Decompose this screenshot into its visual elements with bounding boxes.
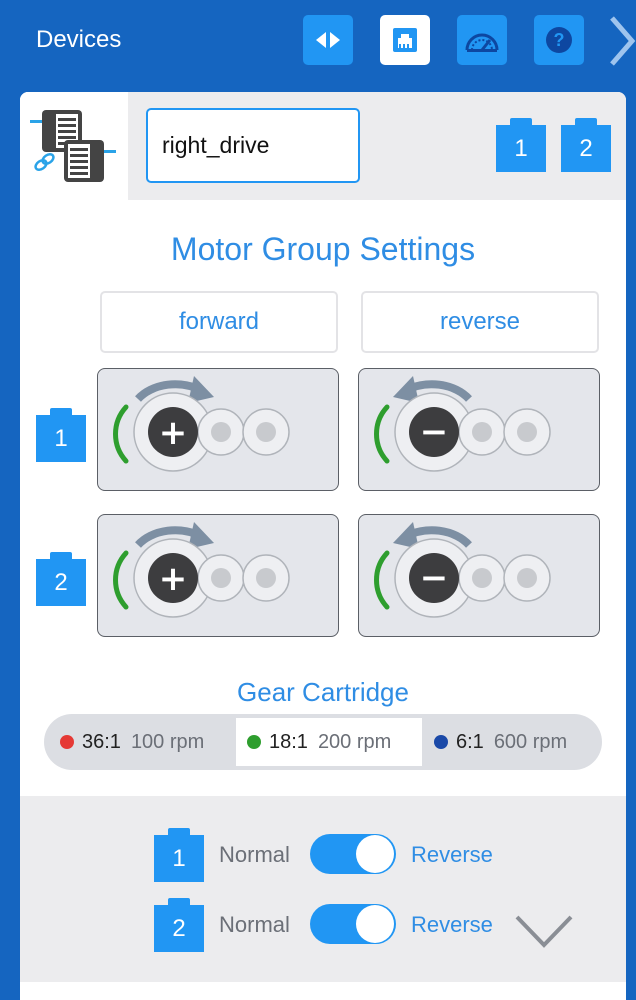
normal-label: Normal	[219, 842, 290, 867]
device-panel: 1 2 Motor Group Settings forward reverse…	[20, 92, 626, 1000]
port-badge-1[interactable]: 1	[496, 118, 546, 172]
device-header: 1 2	[20, 92, 626, 200]
reverse-label: Reverse	[411, 842, 493, 867]
chevron-down-icon[interactable]	[514, 914, 574, 950]
help-button[interactable]: ?	[534, 15, 584, 65]
green-dot-icon	[247, 735, 261, 749]
ethernet-port-icon	[393, 28, 417, 52]
motor-1-reverse-card[interactable]: −	[358, 368, 600, 491]
reverse-toggle-1[interactable]	[310, 834, 396, 874]
motor-port-2: 2	[36, 552, 86, 606]
motor-group-settings-title: Motor Group Settings	[170, 231, 476, 267]
gear-option-18-1[interactable]: 18:1 200 rpm	[236, 718, 422, 766]
reverse-label: Reverse	[411, 912, 493, 937]
motor-2-reverse-card[interactable]: −	[358, 514, 600, 637]
reverse-port-1: 1	[154, 828, 204, 882]
top-bar: Devices ?	[0, 0, 636, 82]
red-dot-icon	[60, 735, 74, 749]
device-name-input[interactable]	[146, 108, 360, 183]
code-view-button[interactable]	[303, 15, 353, 65]
normal-label: Normal	[219, 912, 290, 937]
gear-cartridge-title: Gear Cartridge	[237, 677, 409, 707]
forward-button[interactable]: forward	[100, 291, 338, 353]
reverse-settings-area	[20, 796, 626, 982]
reverse-symbol: −	[420, 412, 449, 452]
gear-option-6-1[interactable]: 6:1 600 rpm	[434, 718, 594, 766]
reverse-toggle-2[interactable]	[310, 904, 396, 944]
speed-indicator-icon	[113, 404, 129, 464]
device-icon-tile	[20, 92, 128, 200]
speed-indicator-icon	[113, 550, 129, 610]
reverse-symbol: −	[420, 558, 449, 598]
speed-indicator-icon	[374, 404, 390, 464]
help-icon: ?	[546, 27, 572, 53]
gear-cartridge-selector: 36:1 100 rpm 18:1 200 rpm 6:1 600 rpm	[44, 714, 602, 770]
dashboard-gauge-icon	[465, 33, 499, 52]
port-badge-2[interactable]: 2	[561, 118, 611, 172]
forward-symbol: +	[159, 413, 188, 453]
blue-dot-icon	[434, 735, 448, 749]
reverse-port-2: 2	[154, 898, 204, 952]
gear-option-36-1[interactable]: 36:1 100 rpm	[60, 718, 230, 766]
chevron-right-icon[interactable]	[606, 14, 636, 68]
motor-port-1: 1	[36, 408, 86, 462]
dashboard-button[interactable]	[457, 15, 507, 65]
code-brackets-icon	[316, 32, 340, 48]
devices-button[interactable]	[380, 15, 430, 65]
page-title: Devices	[36, 26, 122, 53]
speed-indicator-icon	[374, 550, 390, 610]
motor-2-forward-card[interactable]: +	[97, 514, 339, 637]
motor-1-forward-card[interactable]: +	[97, 368, 339, 491]
forward-symbol: +	[159, 559, 188, 599]
motor-group-icon	[30, 110, 116, 182]
svg-text:?: ?	[554, 30, 565, 50]
reverse-button[interactable]: reverse	[361, 291, 599, 353]
